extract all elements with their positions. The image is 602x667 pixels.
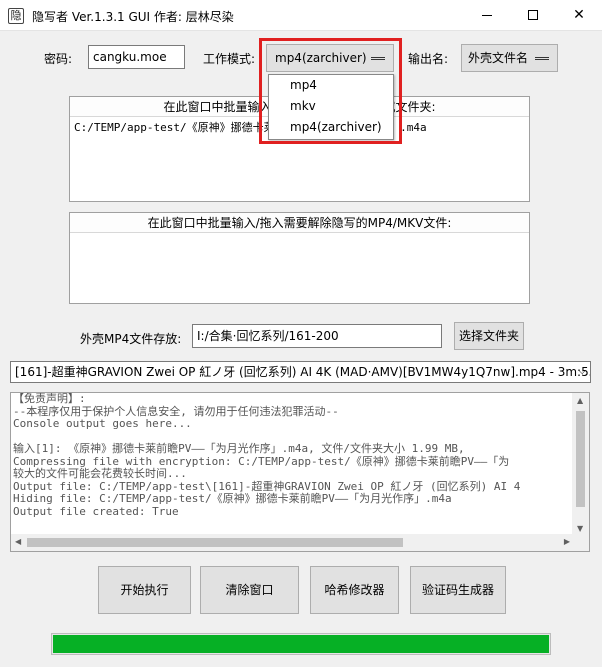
close-icon: ✕	[573, 7, 585, 23]
maximize-icon	[528, 10, 538, 20]
mode-label: 工作模式:	[203, 52, 256, 66]
horizontal-scrollbar[interactable]: ◀ ▶	[11, 534, 574, 551]
unhide-files-panel[interactable]: 在此窗口中批量输入/拖入需要解除隐写的MP4/MKV文件:	[69, 212, 530, 304]
choose-folder-button[interactable]: 选择文件夹	[454, 322, 524, 350]
password-label: 密码:	[44, 52, 73, 66]
vertical-scrollbar[interactable]: ▲ ▼	[572, 393, 589, 536]
start-button[interactable]: 开始执行	[98, 566, 191, 614]
app-icon: 隐	[8, 8, 24, 24]
shell-file-select-value: [161]-超重神GRAVION Zwei OP 紅ノ牙 (回忆系列) AI 4…	[15, 365, 591, 379]
close-button[interactable]: ✕	[556, 0, 602, 31]
maximize-button[interactable]	[510, 0, 556, 31]
progress-bar	[51, 633, 551, 655]
shell-folder-label: 外壳MP4文件存放:	[80, 332, 182, 346]
window-title: 隐写者 Ver.1.3.1 GUI 作者: 层林尽染	[32, 10, 234, 24]
scroll-down-icon[interactable]: ▼	[577, 524, 583, 533]
horizontal-scroll-thumb[interactable]	[27, 538, 403, 547]
chevron-down-icon: ⌵	[578, 366, 586, 377]
console-output[interactable]: 【免责声明】: --本程序仅用于保护个人信息安全, 请勿用于任何违法犯罪活动-- C…	[10, 392, 590, 552]
scroll-corner	[572, 534, 589, 551]
scroll-left-icon[interactable]: ◀	[15, 537, 21, 546]
scroll-up-icon[interactable]: ▲	[577, 396, 583, 405]
output-label: 输出名:	[408, 52, 449, 66]
title-bar: 隐 隐写者 Ver.1.3.1 GUI 作者: 层林尽染 ✕	[0, 0, 602, 31]
highlight-annotation	[259, 38, 402, 144]
console-line: 【免责声明】:	[13, 393, 86, 405]
progress-fill	[53, 635, 549, 653]
captcha-generator-button[interactable]: 验证码生成器	[410, 566, 506, 614]
clear-button[interactable]: 清除窗口	[200, 566, 299, 614]
console-line: 较大的文件可能会花费较长时间...	[13, 467, 187, 480]
minimize-icon	[482, 14, 492, 16]
dropdown-arrow-icon	[535, 57, 549, 60]
shell-file-select[interactable]: [161]-超重神GRAVION Zwei OP 紅ノ牙 (回忆系列) AI 4…	[10, 361, 591, 383]
vertical-scroll-thumb[interactable]	[576, 411, 585, 507]
output-select[interactable]: 外壳文件名	[461, 44, 558, 72]
unhide-panel-header: 在此窗口中批量输入/拖入需要解除隐写的MP4/MKV文件:	[70, 213, 529, 233]
scroll-right-icon[interactable]: ▶	[564, 537, 570, 546]
console-line: Console output goes here...	[13, 417, 192, 430]
console-text: 【免责声明】: --本程序仅用于保护个人信息安全, 请勿用于任何违法犯罪活动-- C…	[13, 393, 573, 533]
console-line: Output file created: True	[13, 504, 179, 518]
shell-folder-input[interactable]: I:/合集·回忆系列/161-200	[192, 324, 442, 348]
console-line: Hiding file: C:/TEMP/app-test/《原神》挪德卡莱前瞻…	[13, 492, 452, 505]
output-select-value: 外壳文件名	[468, 51, 529, 65]
minimize-button[interactable]	[464, 0, 510, 31]
password-input[interactable]: cangku.moe	[88, 45, 185, 69]
console-line: 输入[1]: 《原神》挪德卡莱前瞻PV——「为月光作序」.m4a, 文件/文件夹…	[13, 442, 465, 455]
hash-modifier-button[interactable]: 哈希修改器	[310, 566, 399, 614]
